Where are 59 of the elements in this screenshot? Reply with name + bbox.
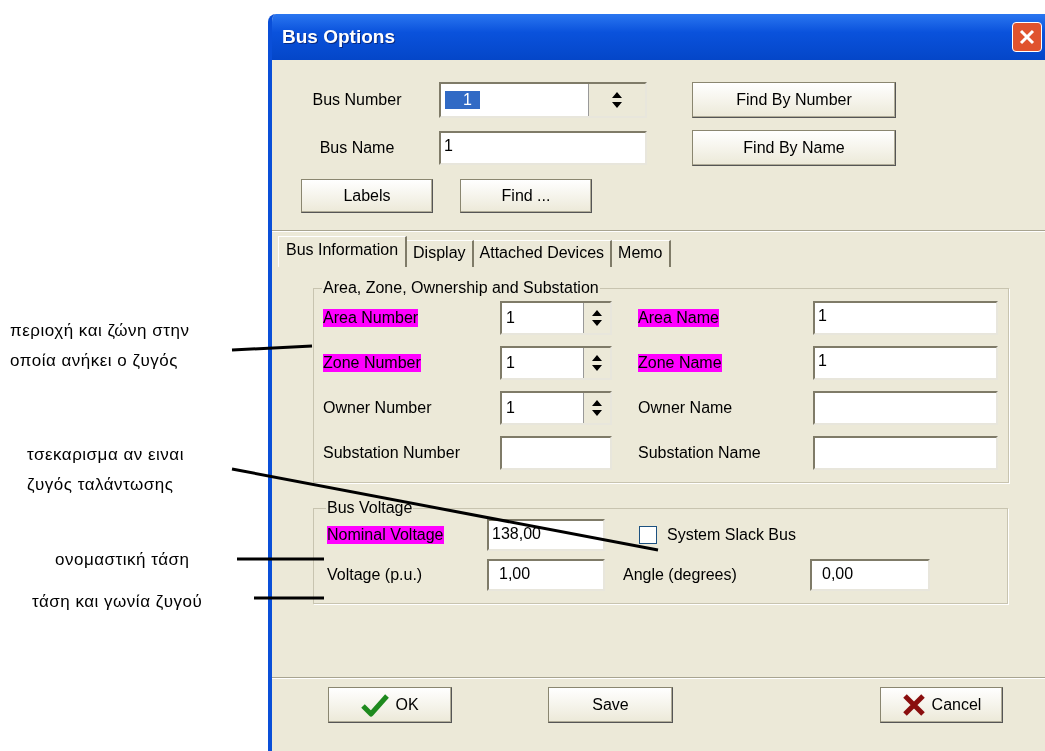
input-field[interactable]: 1 <box>813 301 998 335</box>
annotation-text: τσεκαρισμα αν ειναι ζυγός ταλάντωσης <box>27 444 184 496</box>
field-label: Owner Number <box>323 399 432 417</box>
ok-button[interactable]: OK <box>328 687 452 723</box>
find-button[interactable]: Find By Name <box>692 130 896 166</box>
field-label: Area Number <box>323 309 419 327</box>
spin-field[interactable]: 1 <box>500 301 612 335</box>
cancel-button[interactable]: Cancel <box>880 687 1003 723</box>
input-field[interactable]: 1 <box>439 131 647 165</box>
field-label: Bus Number <box>311 91 403 109</box>
labels-button[interactable]: Labels <box>301 179 433 213</box>
spin-button[interactable] <box>583 303 610 333</box>
spin-field[interactable]: 1 <box>439 82 647 118</box>
cross-icon <box>901 693 926 717</box>
spin-button[interactable] <box>583 393 610 423</box>
tab[interactable]: Memo <box>612 240 671 267</box>
input-field[interactable] <box>813 436 998 470</box>
input-field[interactable] <box>500 436 612 470</box>
input-field[interactable]: 1 <box>813 346 998 380</box>
annotation-text: περιοχή και ζώνη στην οποία ανήκει ο ζυγός <box>10 320 190 372</box>
up-down-arrow-icon <box>610 90 624 110</box>
input-field[interactable] <box>813 391 998 425</box>
spin-button[interactable] <box>583 348 610 378</box>
group-title: Area, Zone, Ownership and Substation <box>322 279 600 297</box>
up-down-arrow-icon <box>590 398 604 418</box>
checkbox-label: System Slack Bus <box>667 526 796 544</box>
field-label: Bus Name <box>318 139 396 157</box>
field-label: Angle (degrees) <box>623 566 737 584</box>
up-down-arrow-icon <box>590 353 604 373</box>
save-button[interactable]: Save <box>548 687 673 723</box>
field-label: Owner Name <box>638 399 733 417</box>
close-button[interactable] <box>1012 22 1042 52</box>
find-button[interactable]: Find By Number <box>692 82 896 118</box>
spin-field[interactable]: 1 <box>500 391 612 425</box>
annotation-text: τάση και γωνία ζυγού <box>32 591 203 613</box>
tab[interactable]: Bus Information <box>278 236 408 267</box>
group-title: Bus Voltage <box>326 499 414 517</box>
window-title: Bus Options <box>282 26 395 48</box>
field-label: Nominal Voltage <box>327 526 444 544</box>
checkbox[interactable] <box>639 526 657 544</box>
field-label: Zone Name <box>638 354 722 372</box>
field-label: Area Name <box>638 309 719 327</box>
input-field[interactable]: 138,00 <box>487 519 605 551</box>
close-icon <box>1017 27 1037 47</box>
find-button[interactable]: Find ... <box>460 179 592 213</box>
field-label: Zone Number <box>323 354 421 372</box>
leader-line <box>254 596 324 600</box>
field-label: Voltage (p.u.) <box>327 566 423 584</box>
annotation-text: ονομαστική τάση <box>55 549 190 571</box>
input-field[interactable]: 1,00 <box>487 559 605 591</box>
input-field[interactable]: 0,00 <box>810 559 930 591</box>
field-label: Substation Name <box>638 444 761 462</box>
field-label: Substation Number <box>323 444 460 462</box>
checkmark-icon <box>361 693 390 717</box>
tab[interactable]: Attached Devices <box>473 240 613 267</box>
spin-button[interactable] <box>588 84 645 116</box>
tab[interactable]: Display <box>407 240 474 267</box>
up-down-arrow-icon <box>590 308 604 328</box>
spin-field[interactable]: 1 <box>500 346 612 380</box>
